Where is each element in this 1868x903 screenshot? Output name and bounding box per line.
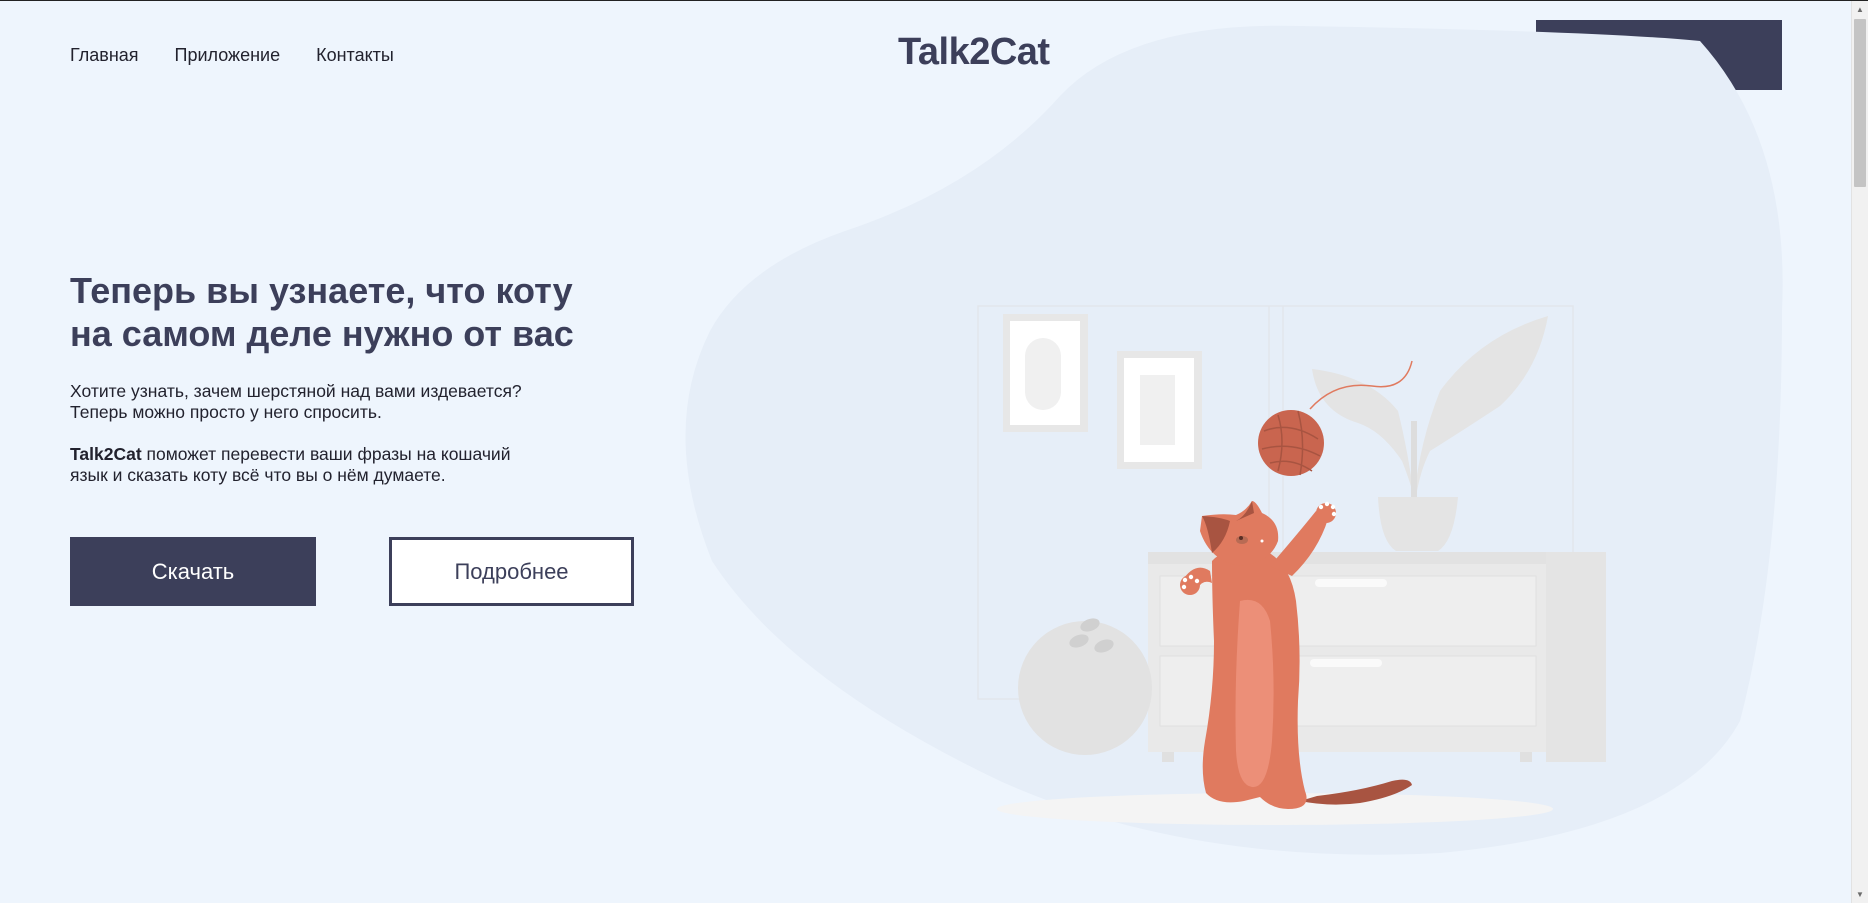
- hero-p1-line2: Теперь можно просто у него спросить.: [70, 402, 382, 422]
- nav-item-home[interactable]: Главная: [70, 45, 139, 66]
- hero-p1-line1: Хотите узнать, зачем шерстяной над вами …: [70, 381, 522, 401]
- nav-item-contacts[interactable]: Контакты: [316, 45, 394, 66]
- page-scrollbar[interactable]: ▲ ▼: [1851, 1, 1868, 903]
- hero-paragraph-2: Talk2Cat поможет перевести ваши фразы на…: [70, 444, 590, 486]
- hero-more-button[interactable]: Подробнее: [389, 537, 634, 606]
- hero-p2-line2: язык и сказать коту всё что вы о нём дум…: [70, 465, 446, 485]
- hero-paragraph-1: Хотите узнать, зачем шерстяной над вами …: [70, 381, 590, 423]
- hero-title-line1: Теперь вы узнаете, что коту: [70, 270, 573, 311]
- landing-page: Главная Приложение Контакты Talk2Cat Ска…: [0, 1, 1852, 903]
- scrollbar-thumb[interactable]: [1854, 19, 1866, 187]
- hero-title: Теперь вы узнаете, что коту на самом дел…: [70, 269, 630, 355]
- scroll-up-arrow-icon[interactable]: ▲: [1856, 5, 1864, 14]
- scroll-down-arrow-icon[interactable]: ▼: [1856, 890, 1864, 899]
- cat-illustration: [685, 25, 1783, 855]
- hero-download-button[interactable]: Скачать: [70, 537, 316, 606]
- picture-frame-left: [1003, 314, 1088, 432]
- main-nav: Главная Приложение Контакты: [70, 45, 394, 66]
- hero-brand-name: Talk2Cat: [70, 444, 142, 464]
- picture-frame-right: [1117, 351, 1202, 469]
- hero-title-line2: на самом деле нужно от вас: [70, 313, 574, 354]
- hero-p2-line1: поможет перевести ваши фразы на кошачий: [141, 444, 511, 464]
- nav-item-app[interactable]: Приложение: [175, 45, 281, 66]
